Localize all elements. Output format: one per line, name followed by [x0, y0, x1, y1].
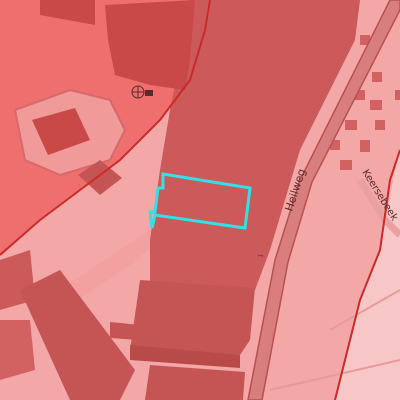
map-canvas[interactable]: Heilweg Keersebeek 1: [0, 0, 400, 400]
houses-bl: [0, 320, 35, 380]
map-view[interactable]: Heilweg Keersebeek 1: [0, 0, 400, 400]
building-block-lower: [130, 280, 255, 355]
building-annex: [110, 322, 140, 340]
